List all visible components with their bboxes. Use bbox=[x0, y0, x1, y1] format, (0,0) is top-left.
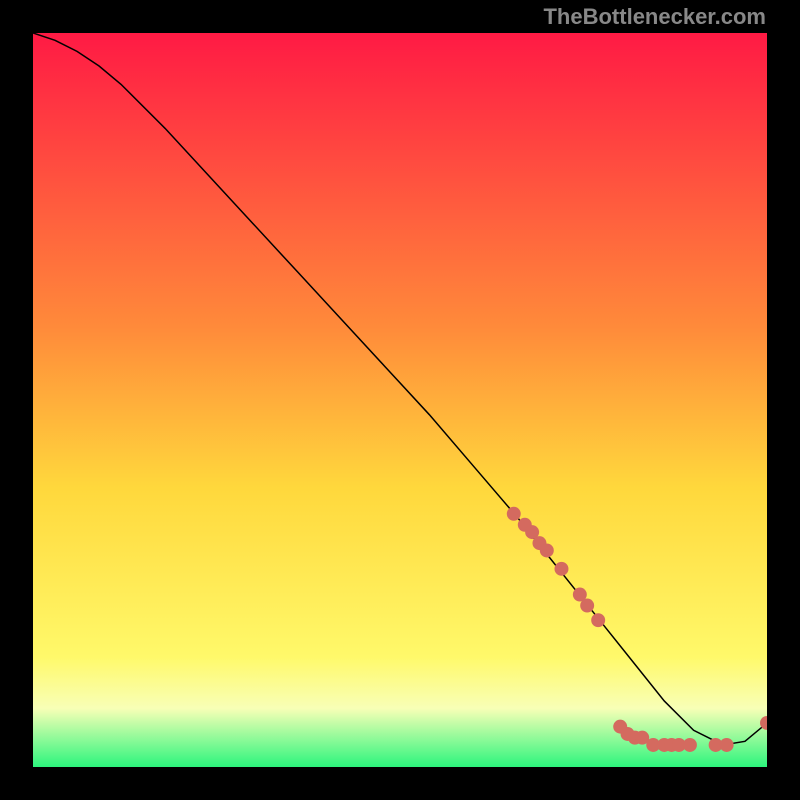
scatter-point bbox=[591, 613, 605, 627]
scatter-point bbox=[580, 599, 594, 613]
scatter-point bbox=[720, 738, 734, 752]
scatter-point bbox=[507, 507, 521, 521]
scatter-point bbox=[683, 738, 697, 752]
scatter-point bbox=[555, 562, 569, 576]
scatter-point bbox=[540, 543, 554, 557]
gradient-background bbox=[33, 33, 767, 767]
chart-plot bbox=[33, 33, 767, 767]
chart-area: TheBottlenecker.com bbox=[0, 0, 800, 800]
watermark-label: TheBottlenecker.com bbox=[543, 4, 766, 30]
